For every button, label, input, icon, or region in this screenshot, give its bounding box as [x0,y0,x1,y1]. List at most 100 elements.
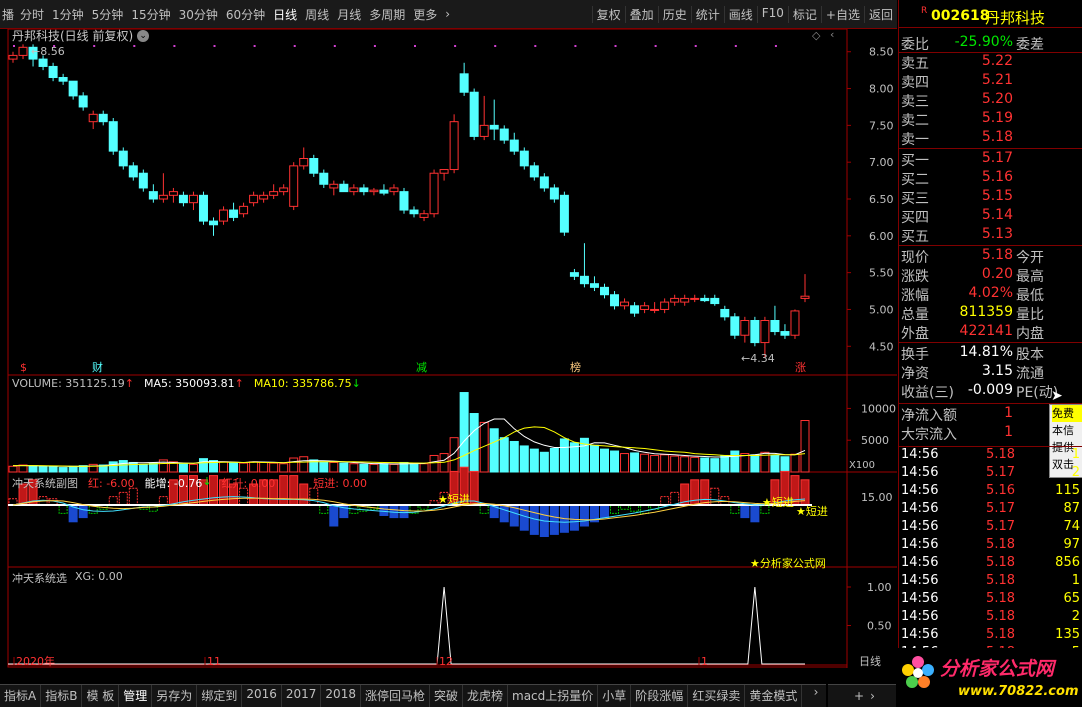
stock-badge: R [921,6,928,16]
indicator-tab[interactable]: 涨停回马枪 [361,685,430,707]
candle-body [369,189,379,193]
tick-time: 14:56 [901,573,939,588]
toolbar-button[interactable]: F10 [756,5,788,23]
candle-body [429,172,439,215]
indicator-tab[interactable]: 指标B [41,685,83,707]
diamond-icon[interactable]: ◇ [812,29,820,42]
toolbar-button[interactable]: 统计 [690,5,724,23]
flower-logo-icon [900,654,936,694]
indicator-tab[interactable]: 绑定到 [197,685,243,707]
divider [899,342,1082,343]
chevron-down-icon[interactable]: ⌄ [137,29,150,42]
quote-row: 总量 811359 量比 [899,303,1082,323]
sub1-red: 红: -6.00 [88,477,135,490]
candle-body [620,301,630,307]
candle-body [8,54,18,60]
more-arrow-icon[interactable]: › [441,7,454,21]
candle-body [760,320,770,344]
period-tab[interactable]: 更多 [409,6,441,23]
candle-body [329,183,339,189]
sub1-bar [690,479,700,506]
row-label: 卖二 [901,113,929,129]
toolbar-button[interactable]: 复权 [591,5,625,23]
collapse-icon[interactable]: ‹ [830,28,834,41]
volume-bar [259,461,269,473]
ma10-arrow-icon: ↓ [351,377,361,390]
indicator-tab[interactable]: 黄金模式 [745,685,803,707]
toolbar-button[interactable]: 返回 [863,5,897,23]
candle-body [158,194,168,200]
period-tab[interactable]: 30分钟 [175,6,222,23]
period-tab[interactable]: 月线 [333,6,365,23]
marker-dot [414,45,417,47]
indicator-tab[interactable]: 小草 [598,685,632,707]
toolbar-button[interactable]: 叠加 [624,5,658,23]
volume-bar [519,445,529,473]
divider [899,403,1082,404]
marker-dot [574,45,577,47]
candle-body [579,275,589,285]
indicator-tab[interactable]: 2018 [321,685,361,707]
volume-bar [108,461,118,473]
volume-bar [780,456,790,473]
indicator-tab[interactable]: 2017 [282,685,322,707]
period-tab[interactable]: 5分钟 [88,6,128,23]
tabs-next-icon[interactable]: › [806,684,826,707]
toolbar-button[interactable]: 画线 [723,5,757,23]
toolbar-button[interactable]: +自选 [820,5,864,23]
volume-bar [710,458,720,473]
date-period: 日线 [859,654,881,668]
indicator-tab[interactable]: 指标A [0,685,42,707]
sub1-bar [329,504,339,527]
indicator-tab[interactable]: 另存为 [152,685,198,707]
period-tab[interactable]: 1分钟 [48,6,88,23]
indicator-tab[interactable]: 2016 [242,685,282,707]
add-icon[interactable]: + [854,689,864,703]
candle-body [349,187,359,193]
scroll-right-icon[interactable]: › [870,689,875,703]
row-value: 5.18 [981,129,1013,145]
period-tab[interactable]: 周线 [301,6,333,23]
sub1-bar [610,504,620,514]
volume-bar [640,453,650,473]
period-tab[interactable]: 分时 [16,6,48,23]
indicator-tab[interactable]: 突破 [430,685,463,707]
indicator-tab[interactable]: 阶段涨幅 [631,685,689,707]
candle-body [118,150,128,167]
volume-bar [770,454,780,473]
marker-dot [93,45,96,47]
candle-body [88,113,98,123]
y-tick-label: 5.50 [869,267,894,280]
period-tab[interactable]: 15分钟 [127,6,174,23]
toolbar-button[interactable]: 历史 [657,5,691,23]
candle-body [589,283,599,288]
candle-body [730,316,740,336]
indicator-tab[interactable]: macd上拐量价 [508,685,599,707]
period-tab[interactable]: 60分钟 [222,6,269,23]
popup-line: 本信 [1052,424,1074,437]
toolbar-button[interactable]: 标记 [787,5,821,23]
ma5-value: MA5: 350093.81 [143,377,235,390]
weibi-row: 委比 -25.90% 委差 [899,33,1082,53]
row-label: 卖四 [901,75,929,91]
short-signal-3: ★短进 [796,505,828,518]
quote-row: 外盘 422141 内盘 [899,322,1082,342]
chart-area[interactable]: 8.50 8.00 7.50 7.00 6.50 6.00 5.50 5.00 4.50 $ 财 减 榜… [0,29,897,668]
volume-bar [198,458,208,473]
candle-body [339,183,349,193]
row-value: 3.15 [981,363,1013,379]
volume-bar [509,440,519,473]
volume-bar [800,420,810,473]
period-tab[interactable]: 日线 [269,6,301,23]
indicator-tab[interactable]: 管理 [119,685,153,707]
indicator-tab[interactable]: 红买绿卖 [688,685,746,707]
period-tab[interactable]: 多周期 [365,6,409,23]
y-tick-label: 7.50 [869,119,894,132]
indicator-tab[interactable]: 龙虎榜 [463,685,509,707]
indicator-tab[interactable]: 模 板 [82,685,120,707]
row-label: 买二 [901,172,929,188]
row-label: 收益(三) [901,385,954,401]
volume-bars [8,392,810,473]
y-tick-label: 7.00 [869,156,894,169]
volume-bar [339,462,349,473]
